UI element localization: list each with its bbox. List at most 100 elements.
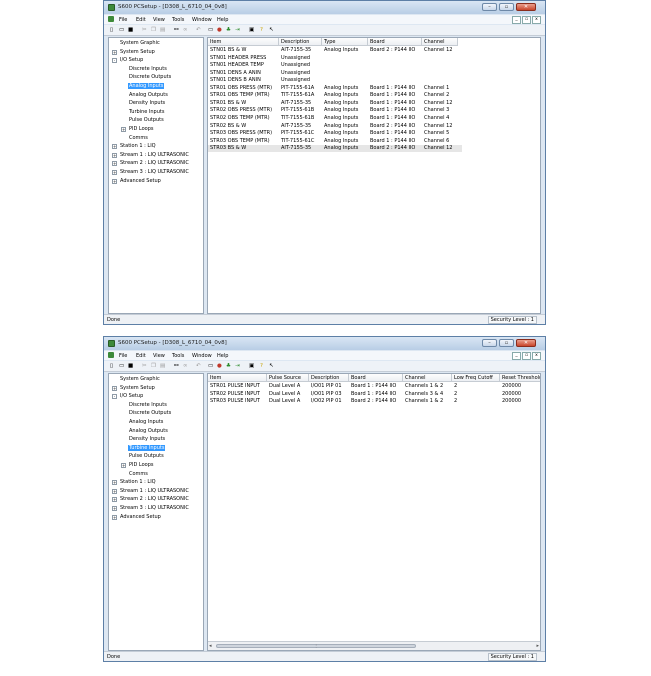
close-button[interactable]: ✕ [516, 3, 536, 11]
tree-node[interactable]: Turbine Inputs [128, 444, 166, 451]
column-header[interactable]: Item [208, 38, 279, 46]
table-cell[interactable] [322, 62, 368, 69]
table-cell[interactable] [322, 70, 368, 77]
tree-node[interactable]: System Setup [119, 49, 156, 55]
tree-node[interactable]: Discrete Inputs [128, 66, 168, 72]
table-cell[interactable]: Board 1 : P144 IIO [368, 85, 422, 92]
table-cell[interactable]: 200000 [500, 398, 540, 405]
tree-node[interactable]: Stream 1 : LIQ ULTRASONIC [119, 152, 190, 158]
table-cell[interactable]: PIT-7155-61C [279, 130, 322, 137]
table-cell[interactable]: AIT-7155-35 [279, 47, 322, 54]
table-cell[interactable]: PIT-7155-61A [279, 85, 322, 92]
binoculars-icon[interactable]: ∞ [183, 27, 188, 33]
mdi-restore-button[interactable]: ▫ [522, 352, 531, 360]
save-icon[interactable]: ■ [128, 363, 133, 369]
stop-icon[interactable]: ● [217, 27, 222, 33]
data-grid[interactable]: Item Description Type Board Channel STN01 BS … [207, 37, 541, 314]
copy-icon[interactable]: ❐ [151, 27, 156, 33]
tree-node[interactable]: System Graphic [119, 376, 161, 382]
table-cell[interactable]: Dual Level A [267, 398, 309, 405]
column-header[interactable]: Reset Threshold [500, 374, 540, 382]
menu-view[interactable]: View [153, 353, 165, 359]
context-help-icon[interactable]: ↖ [269, 363, 274, 369]
menu-tools[interactable]: Tools [172, 17, 184, 23]
column-header[interactable]: Board [368, 38, 422, 46]
table-cell[interactable]: STN01 DENS A ANIN [208, 70, 279, 77]
table-cell[interactable]: Analog Inputs [322, 130, 368, 137]
scrollbar-thumb[interactable]: ⋮ [216, 644, 416, 648]
tree-node[interactable]: Discrete Outputs [128, 410, 172, 416]
new-file-icon[interactable]: ▯ [110, 27, 113, 33]
mdi-minimize-button[interactable]: _ [512, 352, 521, 360]
table-cell[interactable]: Board 1 : P144 IIO [368, 107, 422, 114]
minimize-button[interactable]: – [482, 339, 497, 347]
table-cell[interactable] [322, 55, 368, 62]
table-cell[interactable] [368, 70, 422, 77]
table-cell[interactable]: STR02 OBS PRESS (MTR) [208, 107, 279, 114]
tree-node[interactable]: Analog Outputs [128, 92, 169, 98]
table-cell[interactable]: Analog Inputs [322, 92, 368, 99]
connect-icon[interactable]: ▭ [208, 27, 213, 33]
table-cell[interactable]: Unassigned [279, 62, 322, 69]
data-grid[interactable]: ◂ ⋮ ▸ Item Pulse Source Description Board Ch… [207, 373, 541, 651]
table-cell[interactable]: Board 2 : P144 IIO [368, 47, 422, 54]
table-cell[interactable]: STR02 BS & W [208, 123, 279, 130]
scroll-right-icon[interactable]: ▸ [536, 642, 539, 650]
table-cell[interactable]: STN01 DENS B ANIN [208, 77, 279, 84]
tree-expander-icon[interactable]: + [112, 49, 117, 55]
table-cell[interactable]: 2 [452, 383, 500, 390]
tree-expander-icon[interactable]: + [112, 514, 117, 520]
table-cell[interactable]: Board 1 : P144 IIO [368, 130, 422, 137]
column-header[interactable]: Type [322, 38, 368, 46]
tree-expander-icon[interactable]: + [121, 463, 126, 468]
tree-node[interactable]: Discrete Inputs [128, 402, 168, 408]
column-header[interactable]: Low Freq Cutoff [452, 374, 500, 382]
undo-icon[interactable]: ↶ [196, 27, 201, 33]
table-cell[interactable]: 2 [452, 391, 500, 398]
tree-expander-icon[interactable]: + [112, 497, 117, 503]
mdi-minimize-button[interactable]: _ [512, 16, 521, 24]
link-icon[interactable]: ⚯ [174, 363, 179, 369]
tree-node[interactable]: I/O Setup [119, 393, 144, 399]
tree-expander-icon[interactable]: + [112, 161, 117, 167]
link-icon[interactable]: ⚯ [174, 27, 179, 33]
table-cell[interactable] [368, 62, 422, 69]
minimize-button[interactable]: – [482, 3, 497, 11]
table-cell[interactable]: Board 2 : P144 IIO [368, 123, 422, 130]
tree-node[interactable]: Stream 2 : LIQ ULTRASONIC [119, 496, 190, 502]
transfer-icon[interactable]: ⇥ [235, 363, 240, 369]
tree-node[interactable]: Stream 1 : LIQ ULTRASONIC [119, 488, 190, 494]
tree-node[interactable]: Discrete Outputs [128, 74, 172, 80]
table-cell[interactable]: Channel 12 [422, 145, 458, 152]
table-cell[interactable]: AIT-7155-35 [279, 100, 322, 107]
tree-node[interactable]: Stream 3 : LIQ ULTRASONIC [119, 505, 190, 511]
table-cell[interactable]: Channel 4 [422, 115, 458, 122]
menu-edit[interactable]: Edit [136, 353, 146, 359]
table-cell[interactable] [368, 77, 422, 84]
tree-node[interactable]: Station 1 : LIQ [119, 479, 157, 485]
tree-node[interactable]: Analog Inputs [128, 83, 165, 89]
table-cell[interactable]: Board 1 : P144 IIO [368, 100, 422, 107]
table-cell[interactable]: Unassigned [279, 77, 322, 84]
menu-help[interactable]: Help [217, 17, 228, 23]
table-cell[interactable]: Dual Level A [267, 383, 309, 390]
tree-node[interactable]: Advanced Setup [119, 178, 162, 184]
table-cell[interactable]: TIT-7155-61A [279, 92, 322, 99]
tree-node[interactable]: System Graphic [119, 40, 161, 46]
tree-node[interactable]: Density Inputs [128, 100, 166, 106]
column-header[interactable]: Channel [403, 374, 452, 382]
tree-node[interactable]: Station 1 : LIQ [119, 143, 157, 149]
table-cell[interactable] [368, 55, 422, 62]
tree-node[interactable]: Turbine Inputs [128, 109, 165, 115]
table-cell[interactable]: TIT-7155-61B [279, 115, 322, 122]
title-bar[interactable]: S600 PCSetup - [D308_L_6710_04_0v8] – ▫ … [104, 337, 545, 350]
tree-expander-icon[interactable]: + [112, 144, 117, 150]
table-cell[interactable]: Analog Inputs [322, 138, 368, 145]
table-cell[interactable]: STR01 PULSE INPUT [208, 383, 267, 390]
table-cell[interactable]: I/O02 PIP 01 [309, 398, 349, 405]
help-icon[interactable]: ? [260, 363, 263, 369]
table-cell[interactable]: Board 2 : P144 IIO [349, 398, 403, 405]
table-cell[interactable]: STR01 BS & W [208, 100, 279, 107]
tree-node[interactable]: I/O Setup [119, 57, 144, 63]
table-cell[interactable]: Channel 6 [422, 138, 458, 145]
